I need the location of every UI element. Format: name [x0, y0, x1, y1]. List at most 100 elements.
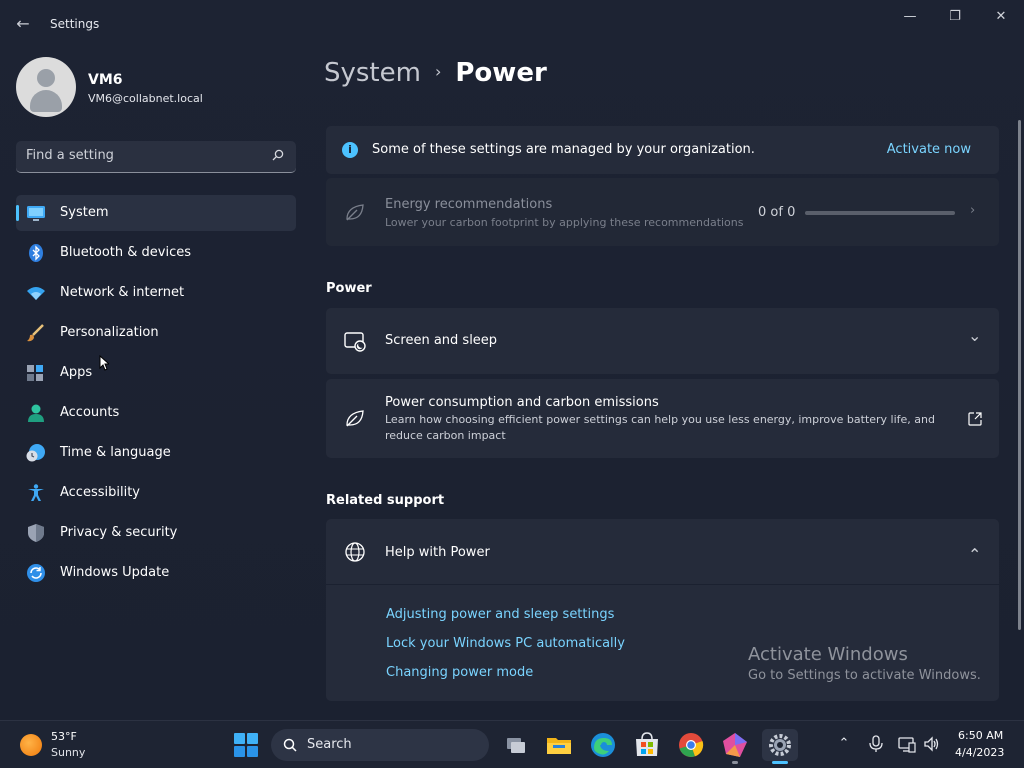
- copilot-icon[interactable]: [720, 730, 750, 760]
- sidebar-item-label: Accessibility: [60, 485, 140, 500]
- power-consumption-subtitle-line2: reduce carbon impact: [385, 429, 506, 442]
- power-consumption-card[interactable]: Power consumption and carbon emissions L…: [326, 379, 999, 458]
- activation-watermark-subtitle: Go to Settings to activate Windows.: [748, 668, 981, 683]
- find-setting-box[interactable]: [16, 141, 296, 173]
- sidebar-item-apps[interactable]: Apps: [16, 355, 296, 391]
- store-icon[interactable]: [632, 730, 662, 760]
- sidebar-item-label: Accounts: [60, 405, 120, 420]
- info-icon: i: [342, 142, 358, 158]
- sidebar-item-label: Personalization: [60, 325, 159, 340]
- taskbar-search[interactable]: Search: [271, 729, 489, 761]
- energy-title: Energy recommendations: [385, 197, 553, 212]
- close-button[interactable]: ✕: [979, 6, 1023, 28]
- help-with-power-label: Help with Power: [385, 545, 490, 560]
- energy-subtitle: Lower your carbon footprint by applying …: [385, 216, 744, 229]
- avatar-body-shape: [30, 90, 62, 112]
- chevron-up-icon[interactable]: ⌃: [968, 545, 981, 564]
- energy-count: 0 of 0: [758, 205, 796, 220]
- volume-icon[interactable]: [923, 735, 941, 753]
- weather-condition[interactable]: Sunny: [51, 746, 85, 759]
- find-setting-input[interactable]: [26, 148, 266, 163]
- help-link-power-mode[interactable]: Changing power mode: [386, 665, 533, 680]
- avatar[interactable]: [16, 57, 76, 117]
- settings-taskbar-button[interactable]: [762, 729, 798, 761]
- sidebar-item-personalization[interactable]: Personalization: [16, 315, 296, 351]
- task-view-icon[interactable]: [500, 730, 530, 760]
- sidebar-nav: System Bluetooth & devices Network & int…: [16, 195, 296, 595]
- leaf-icon: [346, 204, 364, 221]
- weather-temperature[interactable]: 53°F: [51, 730, 77, 743]
- help-link-lock-pc[interactable]: Lock your Windows PC automatically: [386, 636, 625, 651]
- chevron-down-icon[interactable]: ⌄: [968, 326, 981, 345]
- search-icon: [283, 738, 297, 752]
- sun-icon[interactable]: [20, 734, 42, 756]
- windows-start-icon[interactable]: [233, 732, 259, 758]
- clock-globe-icon: [26, 444, 45, 462]
- user-email: VM6@collabnet.local: [88, 92, 203, 105]
- sidebar-item-time-language[interactable]: Time & language: [16, 435, 296, 471]
- external-link-icon[interactable]: [968, 412, 982, 426]
- sidebar-item-privacy[interactable]: Privacy & security: [16, 515, 296, 551]
- screen-and-sleep-card[interactable]: Screen and sleep ⌄: [326, 308, 999, 374]
- user-name: VM6: [88, 72, 123, 88]
- sidebar-item-label: Apps: [60, 365, 93, 380]
- minimize-button[interactable]: —: [888, 6, 932, 28]
- person-icon: [28, 404, 44, 422]
- sidebar-item-bluetooth[interactable]: Bluetooth & devices: [16, 235, 296, 271]
- breadcrumb-parent[interactable]: System: [324, 58, 421, 88]
- help-with-power-header[interactable]: Help with Power ⌃: [326, 519, 999, 585]
- network-icon[interactable]: [898, 735, 916, 753]
- page-title: Power: [455, 58, 547, 88]
- clock-date[interactable]: 4/4/2023: [955, 746, 1004, 759]
- sidebar-item-accounts[interactable]: Accounts: [16, 395, 296, 431]
- bluetooth-icon: [29, 244, 43, 262]
- section-title-power: Power: [326, 281, 372, 296]
- app-running-indicator: [732, 761, 738, 764]
- taskbar: 53°F Sunny Search ⌃ 6:50 AM 4/4/2023: [0, 720, 1024, 768]
- back-button[interactable]: ←: [10, 12, 36, 36]
- power-consumption-title: Power consumption and carbon emissions: [385, 395, 659, 410]
- brush-icon: [27, 324, 44, 342]
- sidebar-item-label: Network & internet: [60, 285, 185, 300]
- search-icon[interactable]: [272, 149, 284, 161]
- restore-button[interactable]: ❐: [933, 6, 977, 28]
- settings-icon: [769, 734, 791, 756]
- user-profile[interactable]: VM6 VM6@collabnet.local: [16, 57, 203, 117]
- sidebar-item-windows-update[interactable]: Windows Update: [16, 555, 296, 591]
- chevron-up-icon[interactable]: ⌃: [835, 735, 853, 753]
- vertical-scrollbar[interactable]: [1018, 120, 1021, 630]
- monitor-icon: [27, 206, 45, 221]
- sidebar-item-label: Privacy & security: [60, 525, 178, 540]
- microphone-icon[interactable]: [867, 735, 885, 753]
- activate-now-link[interactable]: Activate now: [887, 142, 971, 157]
- activation-watermark-title: Activate Windows: [748, 644, 908, 665]
- file-explorer-icon[interactable]: [544, 730, 574, 760]
- sidebar-item-accessibility[interactable]: Accessibility: [16, 475, 296, 511]
- chevron-right-icon: ›: [434, 62, 442, 81]
- sidebar-item-system[interactable]: System: [16, 195, 296, 231]
- avatar-head-shape: [37, 69, 55, 87]
- wifi-icon: [27, 287, 45, 300]
- edge-icon[interactable]: [588, 730, 618, 760]
- help-link-adjusting-power[interactable]: Adjusting power and sleep settings: [386, 607, 614, 622]
- settings-window: ← Settings — ❐ ✕ VM6 VM6@collabnet.local…: [0, 0, 1024, 720]
- leaf-icon: [346, 410, 364, 427]
- clock-time[interactable]: 6:50 AM: [958, 729, 1003, 742]
- energy-recommendations-card[interactable]: Energy recommendations Lower your carbon…: [326, 178, 999, 246]
- accessibility-icon: [28, 484, 44, 501]
- apps-icon: [27, 365, 43, 381]
- sidebar-item-network[interactable]: Network & internet: [16, 275, 296, 311]
- title-bar: ← Settings — ❐ ✕: [0, 0, 1024, 48]
- chevron-right-icon: ›: [970, 203, 976, 218]
- sidebar-item-label: Time & language: [60, 445, 171, 460]
- screen-sleep-label: Screen and sleep: [385, 333, 498, 348]
- app-active-indicator: [772, 761, 788, 764]
- section-title-related-support: Related support: [326, 493, 445, 508]
- globe-icon: [345, 542, 365, 562]
- sidebar-item-label: Windows Update: [60, 565, 170, 580]
- managed-banner: i Some of these settings are managed by …: [326, 126, 999, 174]
- sidebar-item-label: Bluetooth & devices: [60, 245, 191, 260]
- chrome-icon[interactable]: [676, 730, 706, 760]
- mouse-cursor-icon: [99, 355, 109, 371]
- app-title: Settings: [50, 17, 100, 31]
